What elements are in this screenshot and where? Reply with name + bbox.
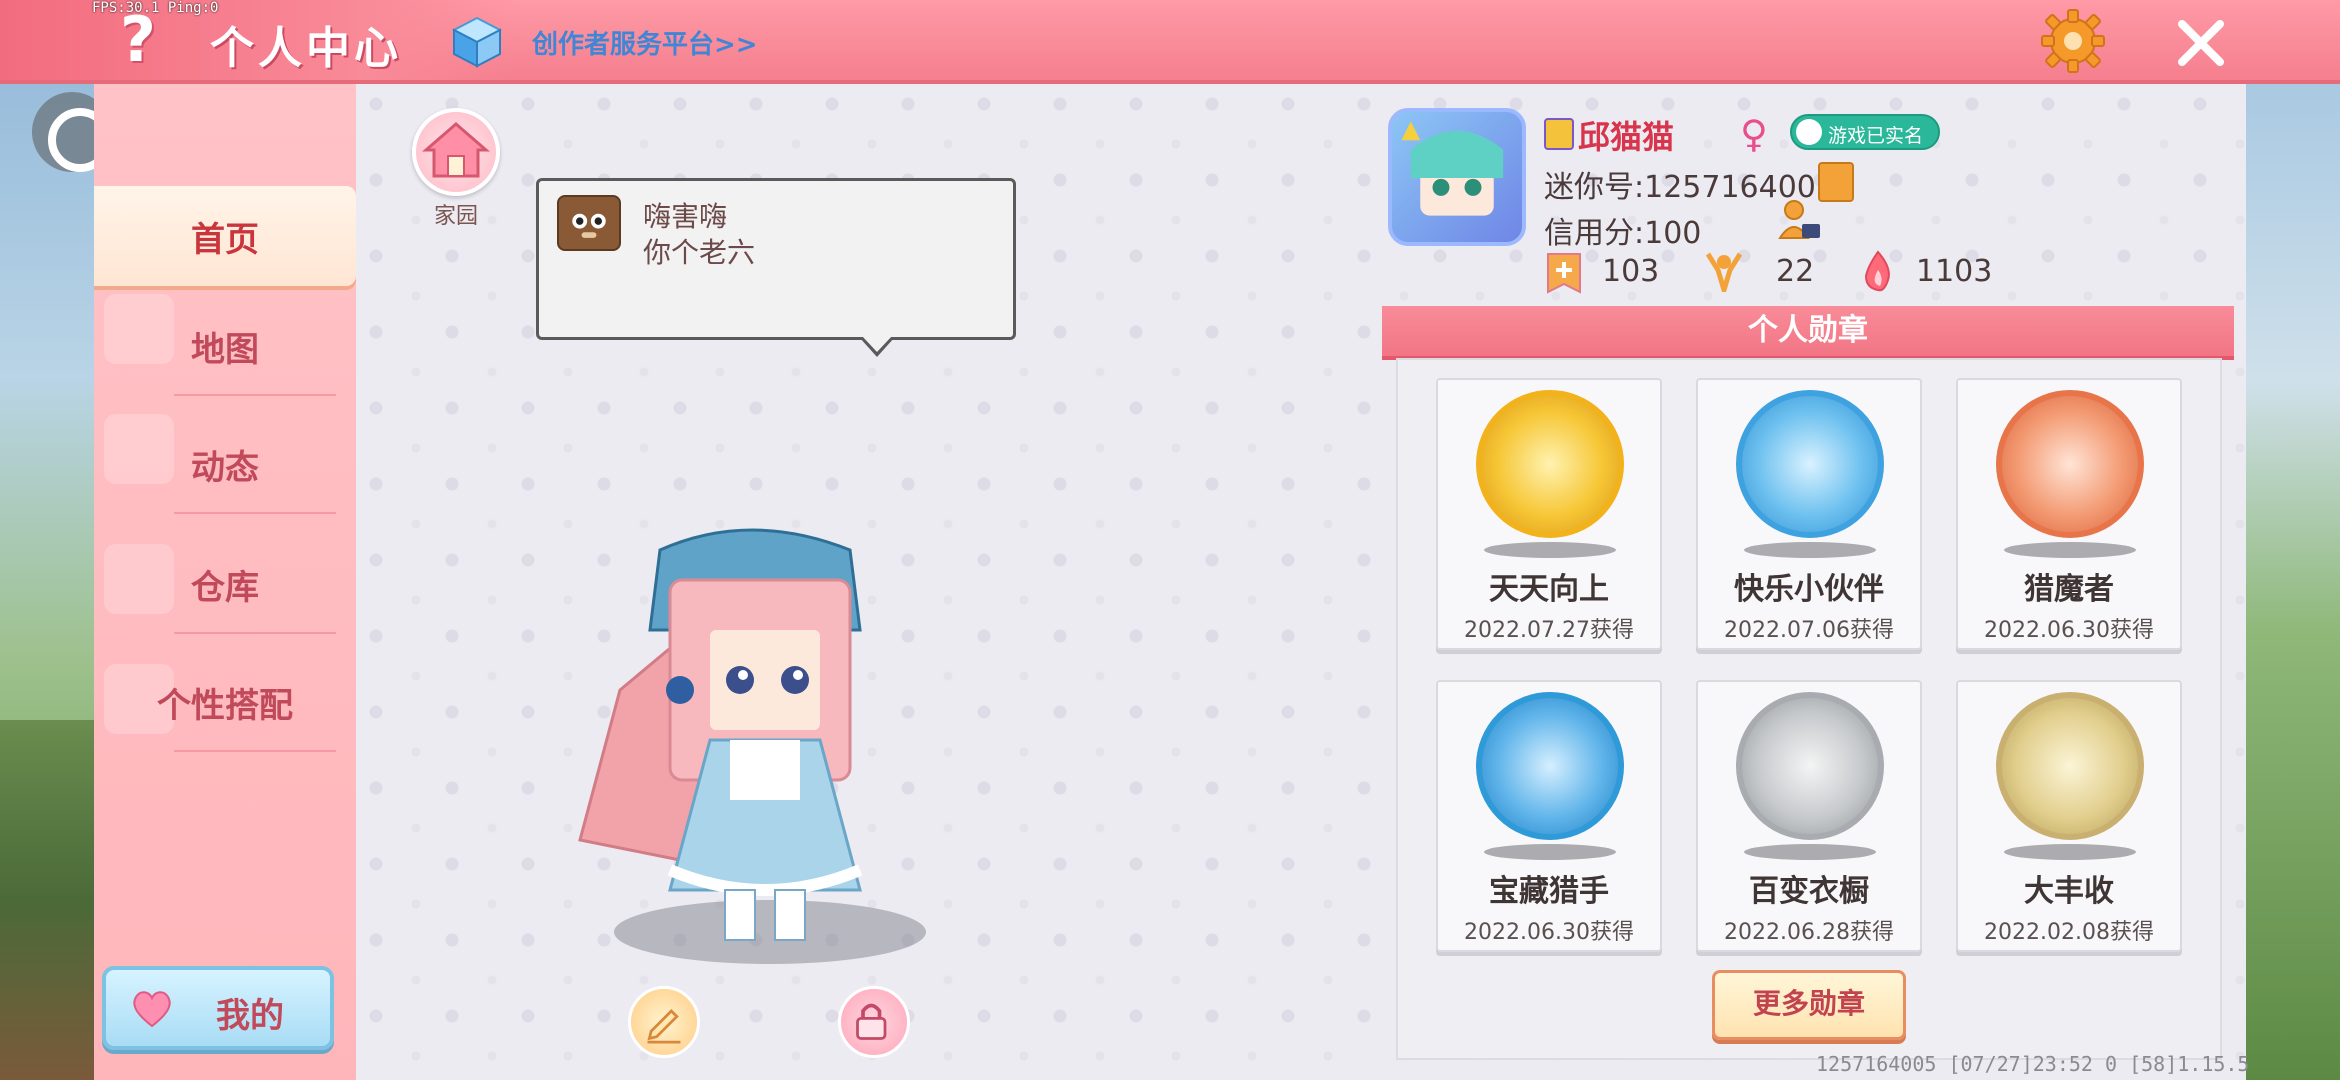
- lock-icon[interactable]: [838, 986, 910, 1058]
- medal-shadow: [2004, 542, 2136, 558]
- profile-avatar[interactable]: [1388, 108, 1526, 246]
- divider: [174, 750, 336, 752]
- sidebar-item-warehouse[interactable]: 仓库: [94, 534, 356, 634]
- badge-card[interactable]: 百变衣橱 2022.06.28获得: [1696, 680, 1922, 952]
- badge-date: 2022.07.06获得: [1724, 618, 1894, 643]
- credit-score: 信用分:100: [1544, 216, 1702, 251]
- badge-card[interactable]: 大丰收 2022.02.08获得: [1956, 680, 2182, 952]
- sidebar-item-map[interactable]: 地图: [94, 296, 356, 396]
- close-icon[interactable]: [2170, 12, 2232, 74]
- bear-avatar-icon: [557, 195, 621, 251]
- badge-date: 2022.06.28获得: [1724, 920, 1894, 945]
- help-icon[interactable]: ?: [108, 8, 168, 72]
- stat-value: 103: [1602, 254, 1660, 289]
- edit-icon[interactable]: [628, 986, 700, 1058]
- plus-flag-icon: [1547, 253, 1581, 294]
- badge-date: 2022.07.27获得: [1464, 618, 1634, 643]
- badge-name: 快乐小伙伴: [1734, 572, 1884, 607]
- medal-shadow: [2004, 844, 2136, 860]
- cheer-icon: [1705, 252, 1743, 292]
- gear-icon[interactable]: [2040, 8, 2106, 74]
- badge-name: 宝藏猎手: [1489, 874, 1609, 909]
- sidebar-item-label: 动态: [191, 447, 259, 488]
- medal-icon: [1476, 692, 1624, 840]
- fps-readout: FPS:30.1 Ping:0: [92, 0, 219, 16]
- cube-icon[interactable]: [452, 16, 502, 68]
- badge-name: 大丰收: [2024, 874, 2114, 909]
- medal-shadow: [1744, 844, 1876, 860]
- game-background-right: [2244, 84, 2340, 1080]
- badge-name: 百变衣橱: [1749, 874, 1869, 909]
- username: 邱猫猫: [1578, 118, 1675, 156]
- medal-icon: [1736, 692, 1884, 840]
- sidebar: 首页 地图 动态 仓库 个性搭配: [94, 84, 356, 1080]
- badge-card[interactable]: 快乐小伙伴 2022.07.06获得: [1696, 378, 1922, 650]
- badge-card[interactable]: 天天向上 2022.07.27获得: [1436, 378, 1662, 650]
- sidebar-item-label: 首页: [191, 219, 259, 260]
- sidebar-item-label: 地图: [191, 329, 259, 370]
- badge-card[interactable]: 猎魔者 2022.06.30获得: [1956, 378, 2182, 650]
- medal-icon: [1476, 390, 1624, 538]
- realname-badge: 游戏已实名: [1790, 114, 1940, 150]
- medal-shadow: [1484, 844, 1616, 860]
- mine-button[interactable]: 我的: [102, 966, 334, 1050]
- flame-icon: [1864, 250, 1890, 292]
- badge-date: 2022.06.30获得: [1464, 920, 1634, 945]
- stat-value: 1103: [1916, 254, 1993, 289]
- character-avatar[interactable]: [560, 520, 940, 960]
- vip-badge-icon: [1544, 118, 1574, 150]
- female-icon: ♀: [1740, 112, 1768, 156]
- sidebar-item-outfit[interactable]: 个性搭配: [94, 652, 356, 752]
- user-check-icon: [1796, 119, 1822, 145]
- medal-shadow: [1484, 542, 1616, 558]
- page-title: 个人中心: [210, 23, 402, 74]
- badge-date: 2022.06.30获得: [1984, 618, 2154, 643]
- divider: [174, 394, 336, 396]
- more-badges-button[interactable]: 更多勋章: [1712, 970, 1906, 1040]
- heart-icon: [133, 991, 171, 1028]
- creator-platform-link[interactable]: 创作者服务平台>>: [532, 24, 758, 61]
- badge-date: 2022.02.08获得: [1984, 920, 2154, 945]
- speech-text-line1: 嗨害嗨: [643, 200, 728, 233]
- speech-text-line2: 你个老六: [643, 236, 756, 269]
- person-card-icon[interactable]: [1778, 198, 1822, 242]
- divider: [174, 512, 336, 514]
- sidebar-item-feed[interactable]: 动态: [94, 414, 356, 514]
- realname-text: 游戏已实名: [1828, 125, 1924, 147]
- badge-name: 天天向上: [1489, 572, 1609, 607]
- top-bar: ? 个人中心 创作者服务平台>>: [0, 0, 2340, 84]
- sidebar-item-label: 仓库: [191, 567, 259, 608]
- medal-icon: [1996, 390, 2144, 538]
- copy-icon[interactable]: [1818, 162, 1854, 202]
- sidebar-item-label: 个性搭配: [157, 685, 293, 726]
- stat-value: 22: [1776, 254, 1815, 289]
- badge-card[interactable]: 宝藏猎手 2022.06.30获得: [1436, 680, 1662, 952]
- medal-icon: [1736, 390, 1884, 538]
- badges-title: 个人勋章: [1382, 306, 2234, 360]
- house-icon[interactable]: [412, 108, 500, 196]
- mine-label: 我的: [216, 996, 284, 1036]
- sidebar-item-home[interactable]: 首页: [94, 186, 356, 286]
- home-label: 家园: [433, 204, 478, 229]
- medal-shadow: [1744, 542, 1876, 558]
- game-background-left: [0, 720, 94, 1080]
- badge-name: 猎魔者: [2024, 572, 2114, 607]
- footer-info: 1257164005 [07/27]23:52 0 [58]1.15.5: [1816, 1052, 2250, 1076]
- divider: [174, 632, 336, 634]
- medal-icon: [1996, 692, 2144, 840]
- speech-bubble: 嗨害嗨 你个老六: [536, 178, 1016, 357]
